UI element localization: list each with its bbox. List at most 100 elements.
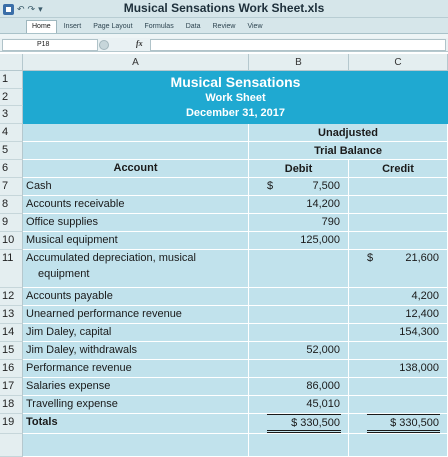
- column-header-a[interactable]: A: [23, 54, 249, 71]
- row-header[interactable]: 8: [0, 196, 23, 214]
- account-header[interactable]: Account: [23, 160, 249, 178]
- ribbon-tabs: Home Insert Page Layout Formulas Data Re…: [0, 18, 448, 34]
- account-cell[interactable]: Travelling expense: [23, 396, 249, 414]
- select-all-corner[interactable]: [0, 54, 23, 71]
- debit-total-value: $ 330,500: [291, 417, 340, 429]
- row-header[interactable]: 2: [0, 89, 23, 106]
- credit-total-double-rule: [367, 430, 440, 433]
- credit-cell[interactable]: [349, 214, 448, 232]
- row-header[interactable]: 1: [0, 71, 23, 89]
- credit-cell[interactable]: $ 21,600: [349, 250, 448, 288]
- name-box[interactable]: P18: [2, 39, 98, 51]
- column-headers: A B C: [0, 54, 448, 71]
- row-header[interactable]: 4: [0, 124, 23, 142]
- credit-cell[interactable]: 4,200: [349, 288, 448, 306]
- table-row: 10 Musical equipment 125,000: [0, 232, 448, 250]
- credit-cell[interactable]: [349, 342, 448, 360]
- row-header[interactable]: 11: [0, 250, 23, 288]
- tab-data[interactable]: Data: [181, 21, 206, 33]
- row-header[interactable]: 14: [0, 324, 23, 342]
- column-header-c[interactable]: C: [349, 54, 448, 71]
- debit-cell[interactable]: 790: [249, 214, 349, 232]
- account-cell[interactable]: Performance revenue: [23, 360, 249, 378]
- row-header[interactable]: 5: [0, 142, 23, 160]
- name-box-dropdown-icon[interactable]: [99, 40, 109, 50]
- cell-a5[interactable]: [23, 142, 249, 160]
- credit-cell[interactable]: [349, 196, 448, 214]
- account-cell[interactable]: Musical equipment: [23, 232, 249, 250]
- totals-label[interactable]: Totals: [23, 414, 249, 434]
- credit-total-cell[interactable]: $ 330,500: [349, 414, 448, 434]
- account-cell[interactable]: Accounts payable: [23, 288, 249, 306]
- row-header[interactable]: 15: [0, 342, 23, 360]
- row-header[interactable]: 6: [0, 160, 23, 178]
- tab-view[interactable]: View: [242, 21, 267, 33]
- account-cell[interactable]: Accounts receivable: [23, 196, 249, 214]
- debit-cell[interactable]: 125,000: [249, 232, 349, 250]
- debit-total-cell[interactable]: $ 330,500: [249, 414, 349, 434]
- credit-header[interactable]: Credit: [349, 160, 448, 178]
- account-cell[interactable]: Salaries expense: [23, 378, 249, 396]
- formula-input[interactable]: [150, 39, 446, 51]
- title-banner[interactable]: Musical Sensations Work Sheet December 3…: [23, 71, 448, 124]
- tab-home[interactable]: Home: [26, 20, 57, 33]
- account-cell[interactable]: Accumulated depreciation, musical equipm…: [23, 250, 249, 288]
- tab-insert[interactable]: Insert: [59, 21, 87, 33]
- debit-cell[interactable]: 52,000: [249, 342, 349, 360]
- debit-cell[interactable]: [249, 250, 349, 288]
- credit-value: 154,300: [399, 326, 439, 338]
- cell-a20[interactable]: [23, 434, 249, 457]
- debit-value: 7,500: [312, 180, 340, 192]
- row-5: 5 Trial Balance: [0, 142, 448, 160]
- debit-cell[interactable]: [249, 360, 349, 378]
- credit-cell[interactable]: [349, 396, 448, 414]
- tab-review[interactable]: Review: [208, 21, 241, 33]
- cell-b20[interactable]: [249, 434, 349, 457]
- cell-c20[interactable]: [349, 434, 448, 457]
- row-header[interactable]: 9: [0, 214, 23, 232]
- credit-cell[interactable]: 138,000: [349, 360, 448, 378]
- debit-cell[interactable]: 45,010: [249, 396, 349, 414]
- debit-cell[interactable]: [249, 306, 349, 324]
- credit-cell[interactable]: 12,400: [349, 306, 448, 324]
- debit-cell[interactable]: 14,200: [249, 196, 349, 214]
- debit-cell[interactable]: 86,000: [249, 378, 349, 396]
- credit-value: 4,200: [411, 290, 439, 302]
- row-header[interactable]: 12: [0, 288, 23, 306]
- column-header-b[interactable]: B: [249, 54, 349, 71]
- tab-formulas[interactable]: Formulas: [140, 21, 179, 33]
- credit-value: 138,000: [399, 362, 439, 374]
- row-header[interactable]: [0, 434, 23, 457]
- debit-header[interactable]: Debit: [249, 160, 349, 178]
- row-header[interactable]: 16: [0, 360, 23, 378]
- cell-a4[interactable]: [23, 124, 249, 142]
- row-header[interactable]: 13: [0, 306, 23, 324]
- debit-cell[interactable]: [249, 288, 349, 306]
- credit-cell[interactable]: 154,300: [349, 324, 448, 342]
- credit-cell[interactable]: [349, 378, 448, 396]
- cell-b5-c5[interactable]: Trial Balance: [249, 142, 448, 160]
- account-cell[interactable]: Unearned performance revenue: [23, 306, 249, 324]
- row-header[interactable]: 7: [0, 178, 23, 196]
- tab-page-layout[interactable]: Page Layout: [88, 21, 137, 33]
- row-header[interactable]: 19: [0, 414, 23, 434]
- debit-cell[interactable]: $ 7,500: [249, 178, 349, 196]
- credit-total-rule: [367, 414, 440, 415]
- account-cell[interactable]: Office supplies: [23, 214, 249, 232]
- debit-cell[interactable]: [249, 324, 349, 342]
- account-cell[interactable]: Jim Daley, capital: [23, 324, 249, 342]
- credit-currency: $: [367, 252, 374, 264]
- debit-value: 790: [321, 216, 340, 228]
- insert-function-icon[interactable]: fx: [136, 39, 143, 48]
- row-header[interactable]: 18: [0, 396, 23, 414]
- credit-cell[interactable]: [349, 232, 448, 250]
- row-header[interactable]: 10: [0, 232, 23, 250]
- account-cell[interactable]: Jim Daley, withdrawals: [23, 342, 249, 360]
- row-header[interactable]: 17: [0, 378, 23, 396]
- credit-cell[interactable]: [349, 178, 448, 196]
- table-row: 7 Cash $ 7,500: [0, 178, 448, 196]
- row-header[interactable]: 3: [0, 106, 23, 124]
- account-cell[interactable]: Cash: [23, 178, 249, 196]
- group-header-unadjusted: Unadjusted: [318, 127, 378, 139]
- cell-b4-c4[interactable]: Unadjusted: [249, 124, 448, 142]
